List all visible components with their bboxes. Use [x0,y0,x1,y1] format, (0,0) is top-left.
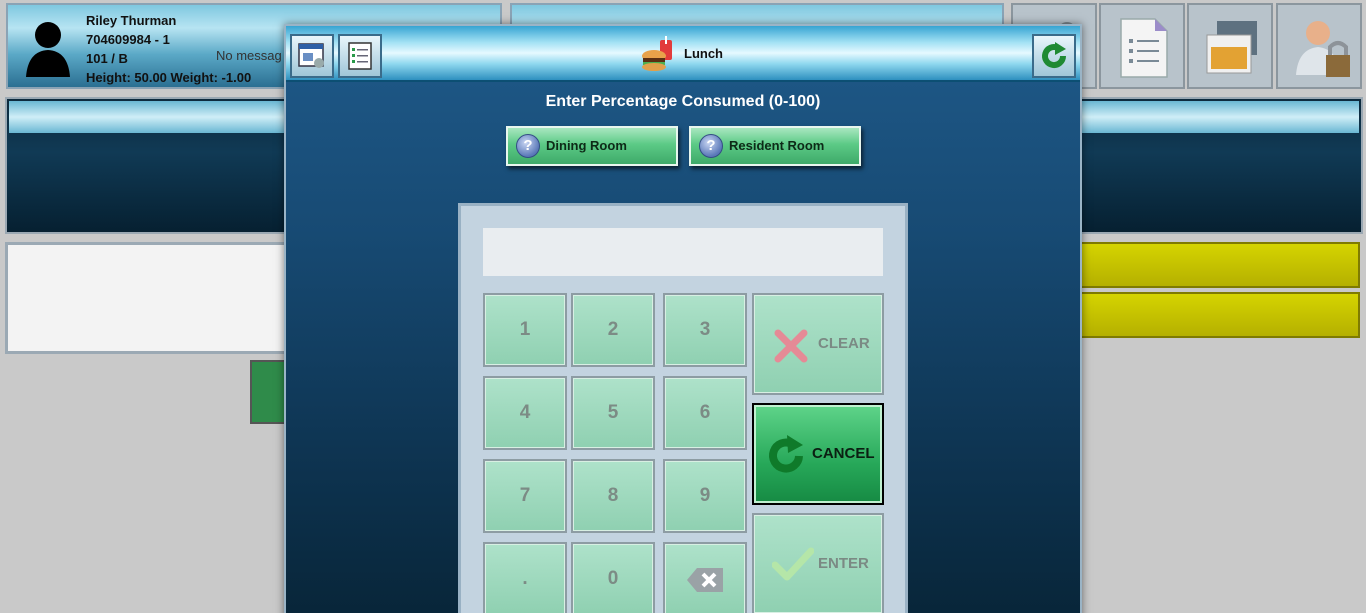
enter-button[interactable]: ENTER [752,513,884,613]
messages-box [5,242,287,354]
alert-bar-1[interactable] [1080,242,1360,288]
value-display [483,228,883,276]
refresh-button[interactable] [1032,34,1076,78]
resident-name: Riley Thurman [86,13,177,28]
window-icon [298,43,324,68]
dining-room-button[interactable]: ? Dining Room [506,126,678,166]
resident-id: 704609984 - 1 [86,32,170,47]
meal-icon [642,36,672,71]
help-icon: ? [699,134,723,158]
messages-text: No messag [216,48,282,63]
window-view-button[interactable] [290,34,334,78]
key-decimal[interactable]: . [483,542,567,613]
toolbar-button-4[interactable] [1276,3,1362,89]
key-9[interactable]: 9 [663,459,747,533]
key-5[interactable]: 5 [571,376,655,450]
key-6[interactable]: 6 [663,376,747,450]
check-icon [772,547,814,581]
clear-label: CLEAR [818,335,870,352]
meal-entry-dialog: Lunch Enter Percentage Consumed (0-100) … [284,24,1082,613]
calendar-tile[interactable] [250,360,288,424]
refresh-icon [769,435,803,473]
user-lock-icon [1296,21,1350,77]
cancel-label: CANCEL [812,445,875,462]
key-7[interactable]: 7 [483,459,567,533]
red-x-icon [774,329,808,363]
numeric-keypad: 1 2 3 4 5 6 7 8 9 . 0 CLEAR CANCEL ENTER [458,203,908,613]
toolbar-button-2[interactable] [1099,3,1185,89]
list-view-button[interactable] [338,34,382,78]
dialog-titlebar: Lunch [286,26,1080,82]
key-0[interactable]: 0 [571,542,655,613]
resident-room-label: Resident Room [729,138,825,153]
resident-vitals: Height: 50.00 Weight: -1.00 [86,70,252,85]
help-icon: ? [516,134,540,158]
dining-room-label: Dining Room [546,138,627,153]
resident-room-button[interactable]: ? Resident Room [689,126,861,166]
key-1[interactable]: 1 [483,293,567,367]
enter-label: ENTER [818,555,869,572]
windows-icon [1206,21,1257,74]
person-silhouette-icon [26,22,70,77]
list-icon [348,42,372,70]
key-3[interactable]: 3 [663,293,747,367]
key-8[interactable]: 8 [571,459,655,533]
dialog-prompt: Enter Percentage Consumed (0-100) [545,93,821,110]
toolbar-button-3[interactable] [1187,3,1273,89]
key-2[interactable]: 2 [571,293,655,367]
backspace-button[interactable] [663,542,747,613]
cancel-button[interactable]: CANCEL [752,403,884,505]
document-icon [1120,18,1168,78]
backspace-icon [687,568,723,592]
refresh-icon [1042,42,1067,69]
alert-bar-2[interactable] [1080,292,1360,338]
key-4[interactable]: 4 [483,376,567,450]
clear-button[interactable]: CLEAR [752,293,884,395]
dialog-title: Lunch [684,46,723,61]
